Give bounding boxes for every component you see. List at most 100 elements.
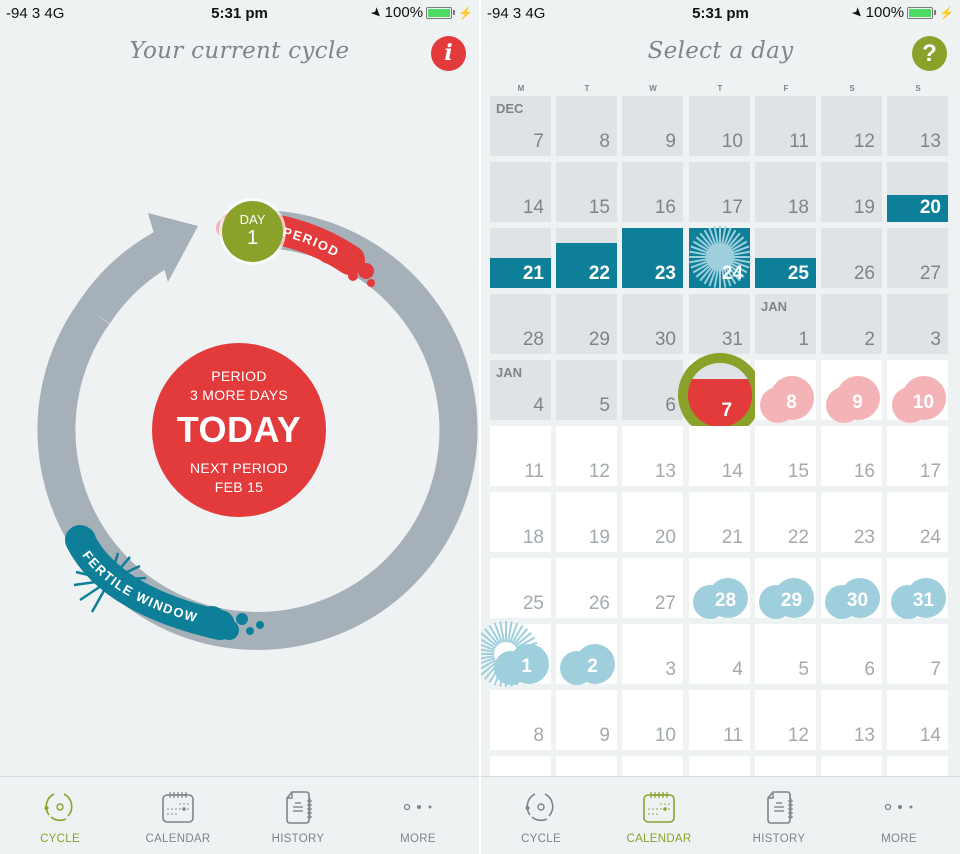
calendar-day-cell[interactable]: 4 <box>689 624 750 684</box>
tab-cycle[interactable]: CYCLE <box>481 777 601 854</box>
weekday-label: W <box>649 84 657 93</box>
day-number[interactable]: 8 <box>772 392 812 414</box>
today-summary-circle[interactable]: PERIOD 3 MORE DAYS TODAY NEXT PERIOD FEB… <box>152 343 326 517</box>
tab-history[interactable]: HISTORY <box>238 777 358 854</box>
calendar-day-cell[interactable]: 7 <box>887 624 948 684</box>
calendar-day-cell[interactable]: 9 <box>556 690 617 750</box>
day-number[interactable]: 28 <box>706 590 746 612</box>
calendar-day-cell[interactable]: 13 <box>887 96 948 156</box>
calendar-day-cell[interactable]: 8 <box>490 690 551 750</box>
calendar-day-cell[interactable]: 10 <box>689 96 750 156</box>
calendar-day-cell[interactable]: 6 <box>622 360 683 420</box>
calendar-day-cell[interactable]: 21 <box>490 228 551 288</box>
calendar-day-cell[interactable]: 29 <box>556 294 617 354</box>
calendar-day-cell[interactable]: 28 <box>490 294 551 354</box>
calendar-day-cell[interactable]: 26 <box>821 228 882 288</box>
calendar-day-cell[interactable]: 25 <box>490 558 551 618</box>
calendar-day-cell[interactable]: 22 <box>556 228 617 288</box>
calendar-day-cell[interactable]: JAN 1 <box>755 294 816 354</box>
calendar-day-cell[interactable]: 25 <box>755 228 816 288</box>
calendar-day-cell[interactable]: 11 <box>490 426 551 486</box>
day-number: 18 <box>787 197 809 218</box>
day-number[interactable]: 10 <box>904 392 944 414</box>
day-number[interactable]: 1 <box>507 656 547 678</box>
calendar-day-cell[interactable]: 22 <box>755 492 816 552</box>
calendar-day-cell[interactable]: 31 <box>689 294 750 354</box>
day-number: 7 <box>930 659 941 680</box>
calendar-day-cell[interactable]: 14 <box>490 162 551 222</box>
calendar-day-cell[interactable]: DEC 7 <box>490 96 551 156</box>
today-marker[interactable] <box>677 353 762 437</box>
day-number[interactable]: 29 <box>772 590 812 612</box>
day-number: 1 <box>798 329 809 350</box>
tab-more[interactable]: MORE <box>839 777 959 854</box>
calendar-day-cell[interactable]: 17 <box>887 426 948 486</box>
day-number: 3 <box>930 329 941 350</box>
day-number: 7 <box>533 131 544 152</box>
day-number[interactable]: 2 <box>573 656 613 678</box>
tab-calendar[interactable]: CALENDAR <box>599 777 719 854</box>
calendar-day-cell[interactable]: 13 <box>622 426 683 486</box>
calendar-day-cell[interactable]: 16 <box>622 162 683 222</box>
day-number: 4 <box>732 659 743 680</box>
calendar-day-cell[interactable]: 24 <box>689 226 751 288</box>
tab-label: CYCLE <box>521 833 561 845</box>
day-number: 17 <box>721 197 743 218</box>
tab-calendar[interactable]: CALENDAR <box>118 777 238 854</box>
calendar-day-cell[interactable]: 18 <box>755 162 816 222</box>
calendar-day-cell[interactable]: 6 <box>821 624 882 684</box>
tab-history[interactable]: HISTORY <box>719 777 839 854</box>
calendar-day-cell[interactable]: JAN 4 <box>490 360 551 420</box>
calendar-day-cell[interactable]: 11 <box>755 96 816 156</box>
calendar-day-cell[interactable]: 5 <box>755 624 816 684</box>
calendar-day-cell[interactable]: 20 <box>622 492 683 552</box>
calendar-day-cell[interactable]: 12 <box>556 426 617 486</box>
tab-label: CALENDAR <box>145 833 211 845</box>
day-number[interactable]: 30 <box>838 590 878 612</box>
calendar-day-cell[interactable]: 2 <box>821 294 882 354</box>
calendar-day-cell[interactable]: 3 <box>622 624 683 684</box>
day-number: 19 <box>853 197 875 218</box>
calendar-day-cell[interactable]: 30 <box>622 294 683 354</box>
help-button[interactable]: ? <box>912 36 947 71</box>
calendar-day-cell[interactable]: 14 <box>887 690 948 750</box>
calendar-day-cell[interactable]: 18 <box>490 492 551 552</box>
calendar-day-cell[interactable]: 15 <box>556 162 617 222</box>
calendar-day-cell[interactable]: 24 <box>887 492 948 552</box>
calendar-day-cell[interactable]: 14 <box>689 426 750 486</box>
day-number: 25 <box>522 593 544 614</box>
page-title: Select a day <box>647 38 794 64</box>
calendar-day-cell[interactable]: 23 <box>821 492 882 552</box>
calendar-day-cell[interactable]: 8 <box>556 96 617 156</box>
tab-more[interactable]: MORE <box>358 777 478 854</box>
calendar-day-cell[interactable]: 20 <box>887 162 948 222</box>
calendar-day-cell[interactable]: 5 <box>556 360 617 420</box>
calendar-day-cell[interactable]: 16 <box>821 426 882 486</box>
calendar-day-cell[interactable]: 12 <box>755 690 816 750</box>
calendar-day-cell[interactable]: 10 <box>622 690 683 750</box>
tab-label: HISTORY <box>271 833 325 845</box>
calendar-day-cell[interactable]: 19 <box>821 162 882 222</box>
calendar-day-cell[interactable]: 12 <box>821 96 882 156</box>
tab-cycle[interactable]: CYCLE <box>0 777 120 854</box>
calendar-day-cell[interactable]: 26 <box>556 558 617 618</box>
day-number[interactable]: 9 <box>838 392 878 414</box>
calendar-day-cell[interactable]: 21 <box>689 492 750 552</box>
period-remaining-days: 3 MORE DAYS <box>190 387 288 403</box>
history-icon <box>761 789 797 825</box>
calendar-day-cell[interactable]: 27 <box>887 228 948 288</box>
day-number: 8 <box>599 131 610 152</box>
calendar-day-cell[interactable]: 3 <box>887 294 948 354</box>
calendar-day-cell[interactable]: 17 <box>689 162 750 222</box>
calendar-day-cell[interactable]: 11 <box>689 690 750 750</box>
calendar-day-cell[interactable]: 13 <box>821 690 882 750</box>
battery-percent: 100% <box>865 4 905 21</box>
calendar-day-cell[interactable]: 9 <box>622 96 683 156</box>
calendar-day-cell[interactable]: 27 <box>622 558 683 618</box>
cycle-day-badge[interactable]: DAY 1 <box>222 201 283 262</box>
calendar-day-cell[interactable]: 15 <box>755 426 816 486</box>
calendar-day-cell[interactable]: 19 <box>556 492 617 552</box>
day-number: 23 <box>654 263 676 284</box>
calendar-day-cell[interactable]: 23 <box>622 228 683 288</box>
day-number[interactable]: 31 <box>904 590 944 612</box>
